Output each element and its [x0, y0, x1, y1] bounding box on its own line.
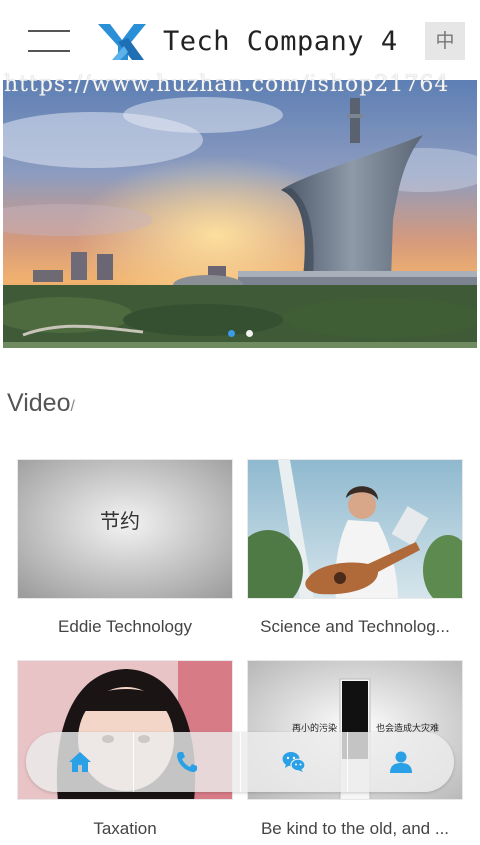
nav-wechat-button[interactable]	[240, 732, 347, 792]
section-title-text: Video	[7, 389, 71, 417]
video-caption[interactable]: Taxation	[17, 819, 233, 839]
video-caption[interactable]: Science and Technolog...	[247, 617, 463, 637]
thumbnail-text: 节约	[100, 509, 140, 533]
video-caption[interactable]: Be kind to the old, and ...	[247, 819, 463, 839]
carousel-dot[interactable]	[246, 330, 253, 337]
carousel-dot-active[interactable]	[228, 330, 235, 337]
user-icon	[390, 751, 412, 773]
carousel-indicators	[0, 330, 480, 340]
section-title: Video/	[7, 389, 75, 418]
video-thumbnail-image	[248, 460, 462, 598]
video-caption[interactable]: Eddie Technology	[17, 617, 233, 637]
banner-image	[3, 80, 477, 348]
video-thumbnail-image: 节约	[18, 460, 232, 598]
company-logo-icon[interactable]	[98, 22, 152, 62]
hamburger-menu-icon[interactable]	[28, 30, 70, 52]
nav-user-button[interactable]	[347, 732, 454, 792]
home-icon	[68, 752, 91, 772]
video-thumbnail[interactable]: 节约	[17, 459, 233, 599]
language-toggle-button[interactable]: 中	[425, 22, 465, 60]
nav-phone-button[interactable]	[133, 732, 240, 792]
banner-watermark: https://www.huzhan.com/ishop21764	[4, 72, 450, 97]
hero-banner[interactable]	[3, 80, 477, 348]
brand-title[interactable]: Tech Company 4	[163, 26, 398, 57]
nav-home-button[interactable]	[26, 732, 133, 792]
section-title-suffix: /	[70, 398, 75, 415]
wechat-icon	[282, 752, 306, 772]
bottom-nav-bar	[26, 732, 454, 792]
phone-icon	[177, 752, 197, 772]
video-thumbnail[interactable]	[247, 459, 463, 599]
top-header: Tech Company 4 中	[0, 0, 480, 82]
